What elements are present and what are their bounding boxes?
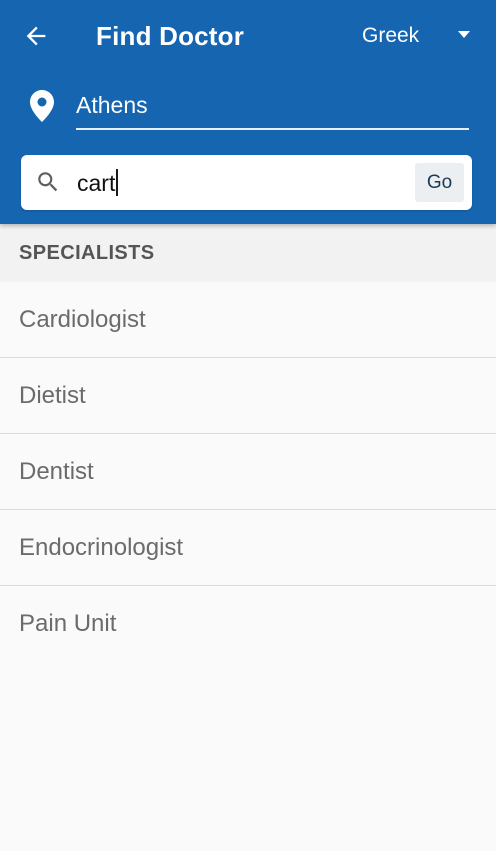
list-item-endocrinologist[interactable]: Endocrinologist: [0, 510, 496, 586]
specialists-list: Cardiologist Dietist Dentist Endocrinolo…: [0, 282, 496, 661]
search-box: cart Go: [21, 155, 472, 210]
text-cursor: [116, 169, 119, 196]
list-item-label: Dentist: [19, 458, 94, 485]
language-label: Greek: [362, 24, 420, 47]
arrow-left-icon: [26, 26, 46, 46]
go-button[interactable]: Go: [415, 163, 464, 202]
language-selector[interactable]: Greek: [350, 18, 480, 54]
search-input-value: cart: [77, 170, 116, 196]
list-item-label: Pain Unit: [19, 610, 117, 637]
list-item-label: Dietist: [19, 382, 86, 409]
location-pin-icon: [30, 90, 54, 122]
list-item-cardiologist[interactable]: Cardiologist: [0, 282, 496, 358]
list-item-pain-unit[interactable]: Pain Unit: [0, 586, 496, 661]
list-item-dietist[interactable]: Dietist: [0, 358, 496, 434]
location-value: Athens: [76, 92, 148, 118]
back-button[interactable]: [16, 16, 56, 56]
search-input[interactable]: cart: [77, 165, 417, 201]
search-icon: [38, 172, 58, 192]
app-header: Find Doctor Greek Athens cart Go: [0, 0, 496, 224]
list-item-label: Cardiologist: [19, 306, 146, 333]
list-item-dentist[interactable]: Dentist: [0, 434, 496, 510]
caret-down-icon: [458, 31, 470, 38]
section-title: SPECIALISTS: [19, 242, 155, 264]
app-screen: Find Doctor Greek Athens cart Go SPECIAL…: [0, 0, 496, 851]
list-item-label: Endocrinologist: [19, 534, 184, 561]
page-title: Find Doctor: [96, 21, 245, 51]
location-input[interactable]: Athens: [76, 86, 469, 130]
specialists-section-header: SPECIALISTS: [0, 224, 496, 282]
